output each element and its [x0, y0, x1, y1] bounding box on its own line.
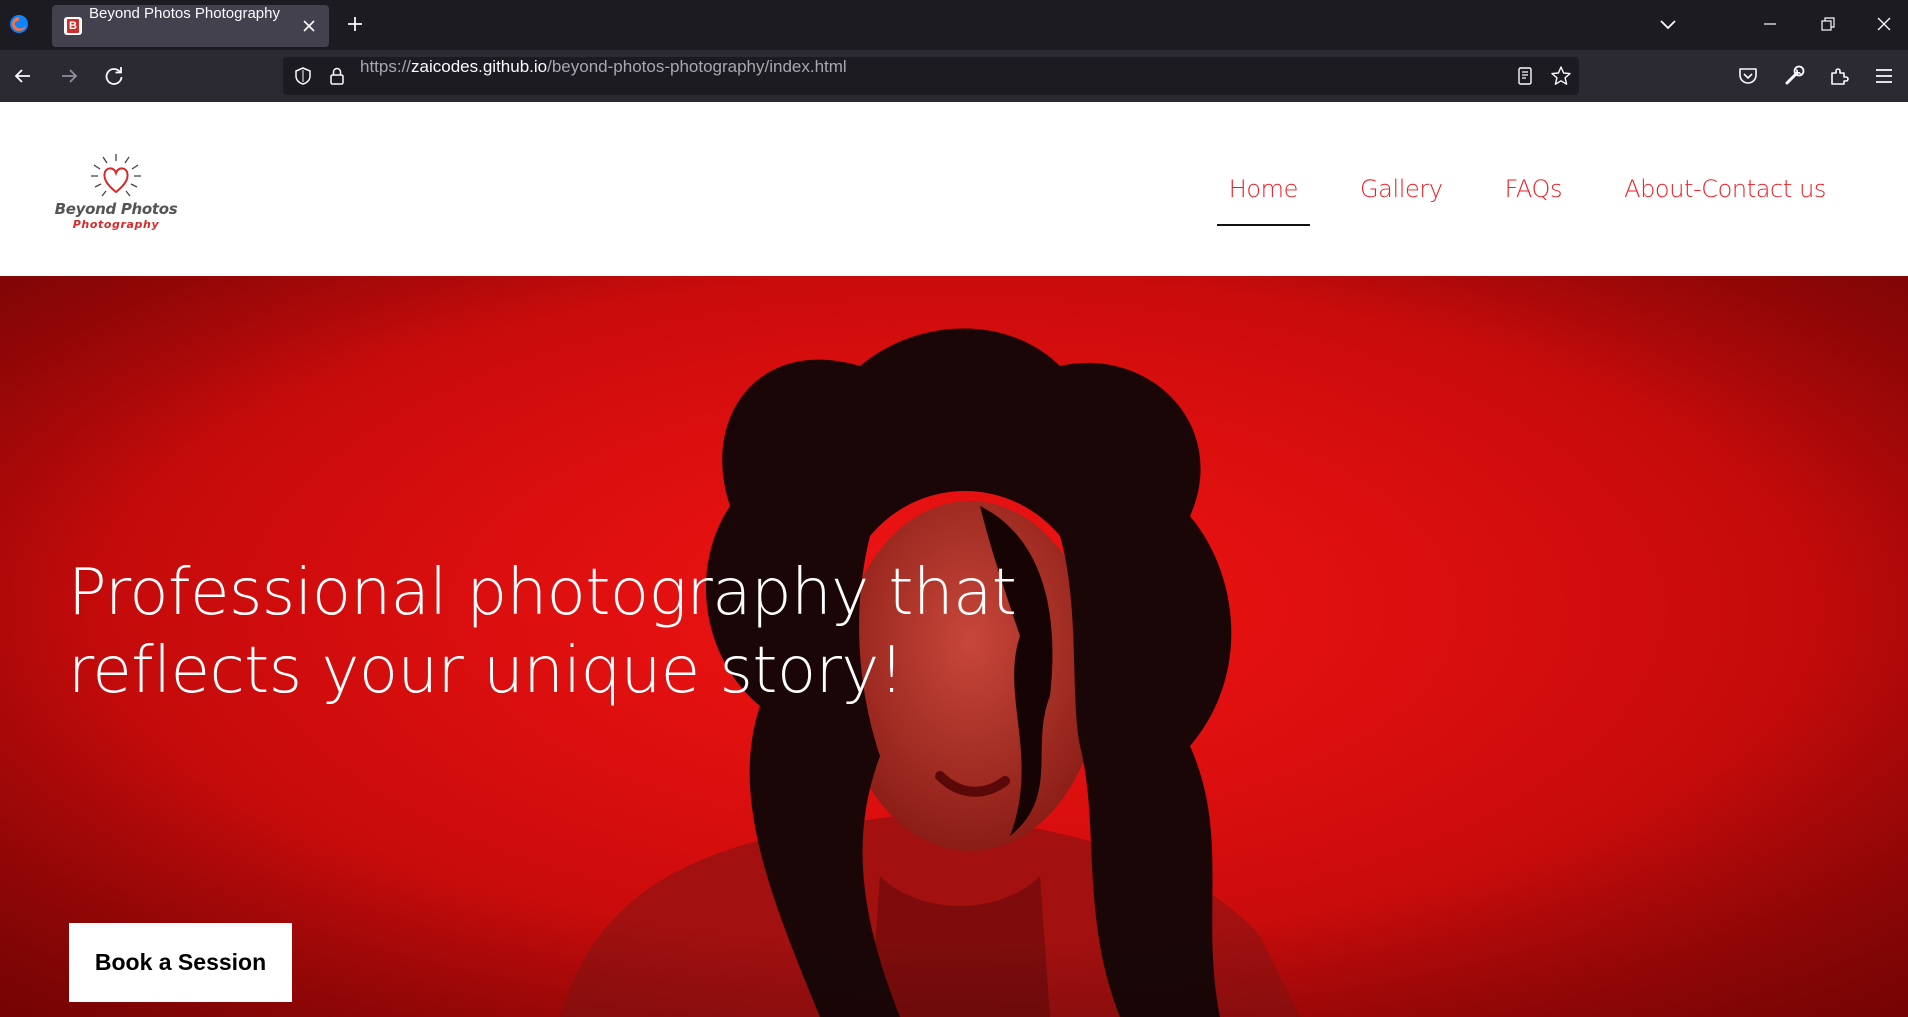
wrench-icon[interactable]	[1782, 64, 1806, 88]
tab-title: Beyond Photos Photography	[89, 5, 280, 22]
site-header: Beyond Photos Photography Home Gallery F…	[0, 102, 1908, 276]
star-icon[interactable]	[1550, 65, 1572, 87]
close-icon[interactable]	[299, 16, 319, 36]
hero-title: Professional photography that reflects y…	[68, 554, 1068, 710]
plus-icon[interactable]	[345, 14, 365, 34]
puzzle-icon[interactable]	[1827, 64, 1851, 88]
nav-about-contact[interactable]: About-Contact us	[1612, 102, 1838, 276]
lock-icon[interactable]	[327, 66, 347, 86]
nav-home[interactable]: Home	[1216, 102, 1311, 276]
favicon-letter: B	[67, 19, 79, 33]
web-page: Beyond Photos Photography Home Gallery F…	[0, 102, 1908, 1017]
restore-icon[interactable]	[1818, 14, 1838, 34]
main-navigation: Home Gallery FAQs About-Contact us	[1179, 102, 1838, 276]
window-close-icon[interactable]	[1874, 14, 1894, 34]
browser-toolbar: https://zaicodes.github.io/beyond-photos…	[0, 50, 1908, 102]
firefox-icon[interactable]	[8, 13, 30, 35]
address-bar[interactable]: https://zaicodes.github.io/beyond-photos…	[283, 57, 1579, 95]
hero-section: Professional photography that reflects y…	[0, 276, 1908, 1017]
url-text[interactable]: https://zaicodes.github.io/beyond-photos…	[360, 57, 847, 77]
tab-strip: B Beyond Photos Photography	[0, 0, 1908, 50]
arrow-right-icon[interactable]	[56, 63, 82, 89]
url-host: zaicodes.github.io	[411, 57, 548, 76]
nav-faqs[interactable]: FAQs	[1493, 102, 1574, 276]
book-session-button[interactable]: Book a Session	[69, 923, 292, 1002]
hero-title-line-1: Professional photography that	[68, 556, 1017, 630]
heart-sun-logo-icon	[91, 154, 141, 197]
pocket-icon[interactable]	[1736, 64, 1760, 88]
url-scheme: https://	[360, 57, 412, 76]
logo-name: Beyond Photos	[54, 200, 178, 218]
hamburger-menu-icon[interactable]	[1872, 64, 1896, 88]
chevron-down-icon[interactable]	[1658, 14, 1678, 34]
site-favicon-icon: B	[64, 17, 82, 35]
minimize-icon[interactable]	[1760, 14, 1780, 34]
arrow-left-icon[interactable]	[10, 63, 36, 89]
hero-title-line-2: reflects your unique story!	[68, 634, 904, 708]
active-tab[interactable]: B Beyond Photos Photography	[52, 5, 329, 47]
url-path: /beyond-photos-photography/index.html	[547, 57, 847, 76]
shield-icon[interactable]	[293, 66, 313, 86]
logo-tagline: Photography	[72, 218, 160, 231]
reload-icon[interactable]	[101, 63, 127, 89]
nav-gallery[interactable]: Gallery	[1348, 102, 1455, 276]
reader-view-icon[interactable]	[1515, 66, 1535, 86]
site-logo[interactable]: Beyond Photos Photography	[52, 152, 180, 242]
